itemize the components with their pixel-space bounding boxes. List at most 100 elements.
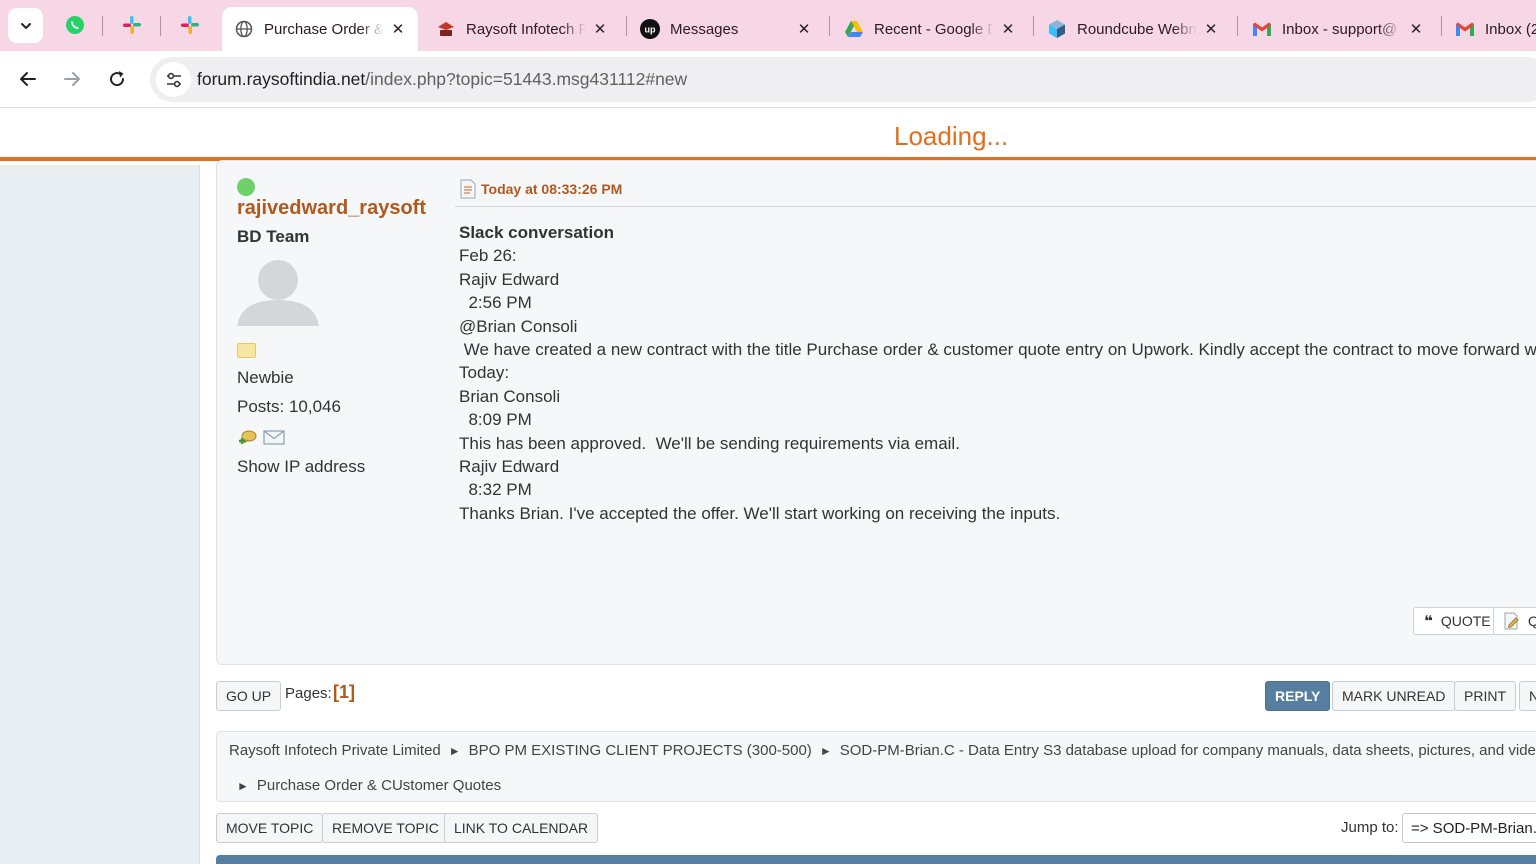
tab-gmail-support[interactable]: Inbox - support@ ✕ [1240, 7, 1436, 51]
post-line: 8:32 PM [459, 480, 532, 500]
breadcrumb-item[interactable]: Raysoft Infotech Private Limited [229, 742, 441, 759]
arrow-left-icon [20, 72, 36, 86]
bottom-category-bar [216, 855, 1536, 864]
post-line: 8:09 PM [459, 410, 532, 430]
forward-button[interactable] [54, 61, 90, 97]
chevron-down-icon [20, 22, 31, 29]
google-drive-icon [845, 21, 863, 37]
jump-to-select[interactable]: => SOD-PM-Brian.C [1402, 813, 1536, 843]
breadcrumb-item[interactable]: BPO PM EXISTING CLIENT PROJECTS (300-500… [469, 742, 812, 759]
tab-google-drive[interactable]: Recent - Google D ✕ [832, 7, 1028, 51]
email-icon[interactable] [263, 429, 285, 445]
reload-icon [110, 71, 125, 87]
back-button[interactable] [10, 61, 46, 97]
site-info-button[interactable] [156, 62, 191, 97]
browser-toolbar: forum.raysoftindia.net/index.php?topic=5… [0, 51, 1536, 108]
forum-post: rajivedward_raysoft BD Team Newbie Posts… [216, 160, 1536, 665]
tab-search-button[interactable] [8, 8, 43, 43]
breadcrumb-item-current[interactable]: Purchase Order & CUstomer Quotes [257, 777, 501, 794]
post-line: Feb 26: [459, 246, 517, 266]
arrow-right-icon [64, 72, 80, 86]
tab-title: Raysoft Infotech P [466, 20, 586, 38]
browser-tab-strip: Purchase Order & ✕ Raysoft Infotech P ✕ … [0, 0, 1536, 51]
post-line: Rajiv Edward [459, 269, 560, 289]
pinned-tab-slack-1[interactable] [112, 10, 152, 40]
post-timestamp: Today at 08:33:26 PM [481, 181, 623, 197]
post-line: Thanks Brian. I've accepted the offer. W… [459, 503, 1061, 523]
tab-title: Messages [670, 20, 739, 38]
address-bar[interactable]: forum.raysoftindia.net/index.php?topic=5… [150, 57, 1536, 102]
tab-title: Inbox - support@ [1282, 20, 1398, 38]
remove-topic-button[interactable]: REMOVE TOPIC [322, 813, 449, 843]
post-divider [455, 206, 1536, 207]
close-tab-icon[interactable]: ✕ [790, 15, 818, 43]
pinned-tab-whatsapp[interactable] [55, 10, 95, 40]
post-line: This has been approved. We'll be sending… [459, 433, 960, 453]
quote-mark-icon: ❝ [1424, 613, 1433, 630]
tab-messages[interactable]: up Messages ✕ [628, 7, 824, 51]
breadcrumb-separator: ► [237, 779, 249, 793]
poster-title: Newbie [237, 368, 294, 387]
breadcrumb-separator: ► [448, 744, 461, 758]
quick-edit-button[interactable]: Q [1493, 607, 1536, 635]
next-topic-button[interactable]: N [1519, 681, 1536, 711]
reply-button[interactable]: REPLY [1265, 681, 1331, 711]
rank-star-icon [237, 343, 256, 358]
jump-to-label: Jump to: [1341, 819, 1399, 836]
default-avatar-icon [237, 260, 319, 326]
close-tab-icon[interactable]: ✕ [384, 15, 412, 43]
breadcrumb-item[interactable]: SOD-PM-Brian.C - Data Entry S3 database … [840, 742, 1536, 759]
post-subject: Slack conversation [459, 223, 614, 242]
link-to-calendar-button[interactable]: LINK TO CALENDAR [444, 813, 599, 843]
show-ip-link[interactable]: Show IP address [237, 457, 365, 477]
post-line: Today: [459, 363, 510, 383]
reload-button[interactable] [99, 61, 135, 97]
quick-edit-label: Q [1528, 613, 1536, 629]
slack-icon [181, 16, 199, 34]
online-status-icon [237, 178, 255, 196]
loading-banner: Loading... [0, 109, 1536, 161]
close-tab-icon[interactable]: ✕ [586, 15, 614, 43]
close-tab-icon[interactable]: ✕ [1197, 15, 1225, 43]
close-tab-icon[interactable]: ✕ [994, 15, 1022, 43]
breadcrumb: Raysoft Infotech Private Limited ► BPO PM … [216, 731, 1536, 802]
raysoft-logo-icon [438, 22, 454, 36]
whatsapp-icon [66, 16, 84, 34]
post-line: We have created a new contract with the … [459, 340, 1536, 360]
move-topic-button[interactable]: MOVE TOPIC [216, 813, 324, 843]
post-document-icon [460, 179, 476, 199]
tab-title: Recent - Google D [874, 20, 994, 38]
url-text: forum.raysoftindia.net/index.php?topic=5… [197, 69, 688, 89]
tab-raysoft-infotech[interactable]: Raysoft Infotech P ✕ [424, 7, 620, 51]
roundcube-icon [1049, 20, 1065, 38]
post-body: Slack conversation Feb 26: Rajiv Edward 2:… [459, 221, 1536, 525]
post-line: @Brian Consoli [459, 316, 578, 336]
quote-button[interactable]: ❝ QUOTE [1413, 607, 1502, 635]
close-tab-icon[interactable]: ✕ [1402, 15, 1430, 43]
tab-title: Roundcube Webm [1077, 20, 1197, 38]
tab-purchase-order[interactable]: Purchase Order & ✕ [222, 7, 418, 51]
poster-group: BD Team [237, 227, 310, 246]
globe-icon [235, 20, 253, 38]
post-line: Rajiv Edward [459, 457, 560, 477]
current-page-number[interactable]: [1] [333, 682, 355, 703]
post-line: 2:56 PM [459, 293, 532, 313]
upwork-icon: up [640, 19, 660, 39]
post-line: Brian Consoli [459, 386, 561, 406]
pinned-tab-slack-2[interactable] [170, 10, 210, 40]
print-button[interactable]: PRINT [1454, 681, 1516, 711]
poster-contact-icons [237, 429, 285, 446]
tab-title: Purchase Order & [264, 20, 384, 38]
edit-icon [1504, 612, 1519, 630]
tab-roundcube[interactable]: Roundcube Webm ✕ [1035, 7, 1231, 51]
forum-page: rajivedward_raysoft BD Team Newbie Posts… [0, 160, 1536, 864]
tab-title: Inbox (2 [1485, 20, 1536, 38]
go-up-button[interactable]: GO UP [216, 681, 282, 711]
poster-post-count: Posts: 10,046 [237, 397, 341, 416]
breadcrumb-separator: ► [819, 744, 832, 758]
poster-name-link[interactable]: rajivedward_raysoft [237, 197, 426, 220]
mark-unread-button[interactable]: MARK UNREAD [1332, 681, 1456, 711]
personal-message-icon[interactable] [237, 429, 257, 446]
pages-label: Pages: [285, 685, 332, 702]
tab-gmail-inbox[interactable]: Inbox (2 [1443, 7, 1536, 51]
